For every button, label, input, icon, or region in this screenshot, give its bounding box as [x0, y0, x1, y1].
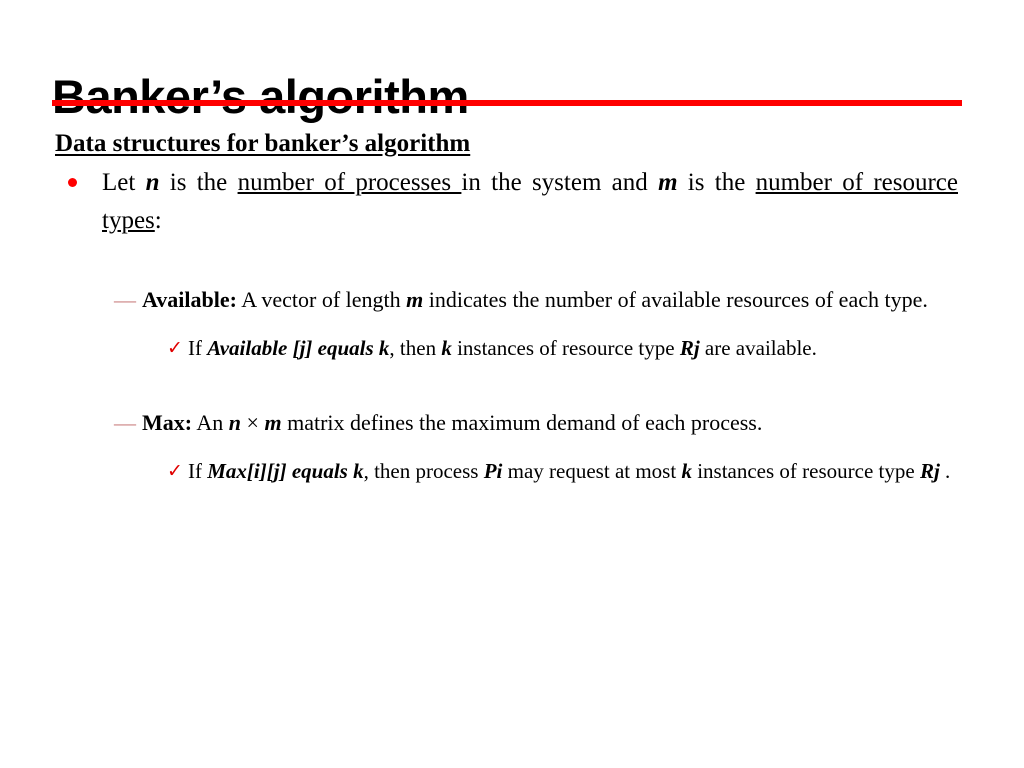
sub-bullet-max-equals: ✓ If Max[i][j] equals k, then process Pi… — [167, 456, 958, 486]
bullet-var-n: n — [145, 169, 160, 196]
slide-body: Data structures for banker’s algorithm L… — [0, 128, 1024, 486]
title-underline-rule — [52, 100, 962, 106]
available-sub-var-k: k — [441, 336, 452, 360]
available-sub-expr: Available [j] equals k — [207, 336, 390, 360]
bullet-text-isthe: is the — [159, 169, 238, 196]
max-var-m: m — [264, 410, 282, 435]
max-sub-text-2: , then process — [363, 459, 484, 483]
bullet-item-available: — Available: A vector of length m indica… — [114, 284, 958, 315]
max-sub-var-rj: Rj — [919, 459, 940, 483]
spacer-after-definition — [0, 240, 1024, 284]
available-sub-var-rj: Rj — [679, 336, 700, 360]
available-sub-text-3: instances of resource type — [451, 336, 680, 360]
section-subtitle-text: Data structures for banker’s algorithm — [55, 130, 471, 157]
bullet-text-isthe2: is the — [677, 169, 756, 196]
available-text-1: A vector of length — [236, 287, 407, 312]
spacer-before-max — [0, 363, 1024, 407]
check-mark-icon: ✓ — [167, 337, 183, 359]
available-sub-text-1: If — [188, 336, 208, 360]
bullet-var-m: m — [658, 169, 678, 196]
page-title: Banker’s algorithm — [52, 70, 469, 124]
bullet-underline-processes: number of processes — [237, 169, 462, 196]
available-sub-text-4: are available. — [699, 336, 817, 360]
max-sub-text-1: If — [188, 459, 208, 483]
slide: Banker’s algorithm Data structures for b… — [0, 0, 1024, 768]
sub-bullet-available-equals: ✓ If Available [j] equals k, then k inst… — [167, 333, 958, 363]
available-label: Available: — [142, 287, 237, 312]
available-var-m: m — [406, 287, 424, 312]
max-text-2: matrix defines the maximum demand of eac… — [281, 410, 763, 435]
max-var-n: n — [228, 410, 242, 435]
round-bullet-icon — [68, 178, 77, 187]
max-sub-text-4: instances of resource type — [691, 459, 920, 483]
em-dash-bullet-icon: — — [114, 287, 136, 312]
bullet-text-let: Let — [102, 169, 146, 196]
section-subtitle: Data structures for banker’s algorithm — [55, 128, 1024, 160]
max-times-sign: × — [241, 410, 265, 435]
check-mark-icon-2: ✓ — [167, 460, 183, 482]
max-sub-text-5: . — [939, 459, 951, 483]
available-text-2: indicates the number of available resour… — [423, 287, 928, 312]
max-sub-var-pi: Pi — [483, 459, 503, 483]
max-sub-text-3: may request at most — [502, 459, 682, 483]
bullet-text-colon: : — [154, 207, 162, 234]
spacer-available-sub — [0, 315, 1024, 333]
bullet-item-max: — Max: An n × m matrix defines the maxim… — [114, 407, 958, 438]
spacer-max-sub — [0, 438, 1024, 456]
bullet-item-definition: Let n is the number of processes in the … — [68, 164, 958, 240]
max-sub-var-k: k — [681, 459, 692, 483]
available-sub-text-2: , then — [389, 336, 442, 360]
bullet-text-inthesystem: in the system and — [461, 169, 659, 196]
max-label: Max: — [142, 410, 193, 435]
max-sub-expr: Max[i][j] equals k — [207, 459, 364, 483]
max-text-1: An — [192, 410, 229, 435]
em-dash-bullet-icon-2: — — [114, 410, 136, 435]
